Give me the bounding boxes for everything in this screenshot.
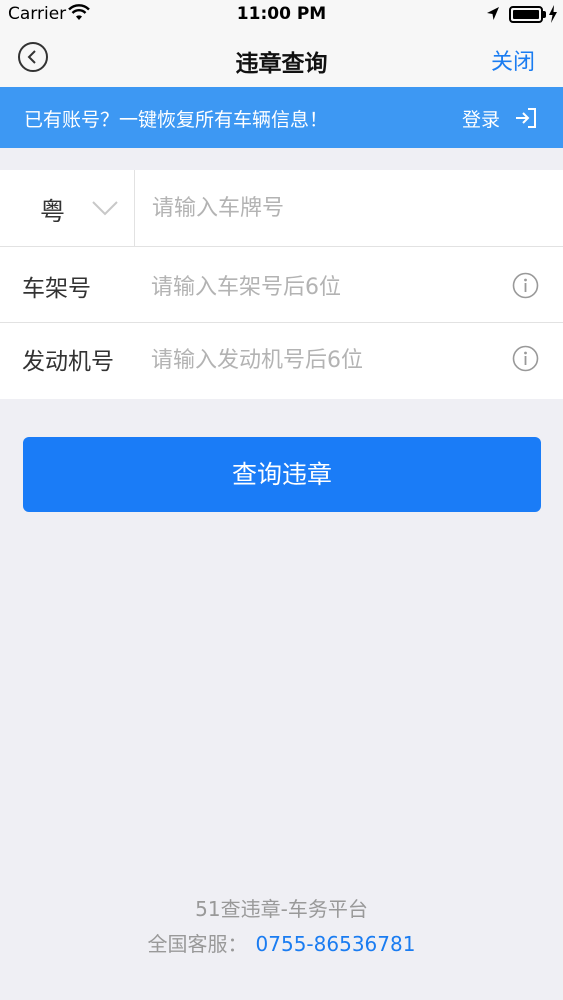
location-arrow-icon [487, 7, 499, 20]
close-button[interactable]: 关闭 [491, 44, 535, 76]
charging-bolt-icon [549, 5, 557, 23]
service-phone-link[interactable]: 0755-86536781 [256, 932, 416, 956]
battery-icon [509, 6, 543, 23]
province-select[interactable]: 粤 [0, 170, 135, 246]
banner-text: 已有账号？一键恢复所有车辆信息！ [24, 109, 329, 131]
battery-tip [543, 11, 546, 18]
login-link[interactable]: 登录 [462, 105, 500, 132]
chevron-down-icon [92, 201, 118, 216]
vehicle-form: 粤 车架号 发动机号 [0, 170, 563, 399]
vin-label: 车架号 [22, 276, 91, 302]
plate-row: 粤 [0, 170, 563, 246]
vin-input[interactable] [151, 271, 491, 303]
info-icon[interactable] [512, 272, 539, 299]
login-arrow-icon[interactable] [514, 106, 538, 130]
status-bar: Carrier 11:00 PM [0, 0, 563, 30]
engine-label: 发动机号 [22, 349, 114, 375]
engine-number-input[interactable] [151, 344, 491, 376]
service-label: 全国客服： [147, 932, 248, 956]
account-restore-banner[interactable]: 已有账号？一键恢复所有车辆信息！ 登录 [0, 87, 563, 148]
footer-brand: 51查违章-车务平台 [195, 897, 368, 921]
footer-service: 全国客服： 0755-86536781 [0, 928, 563, 957]
engine-row: 发动机号 [0, 323, 563, 399]
province-value: 粤 [40, 197, 66, 226]
vin-row: 车架号 [0, 247, 563, 323]
status-time: 11:00 PM [236, 4, 327, 24]
info-icon[interactable] [512, 345, 539, 372]
plate-number-input[interactable] [152, 192, 542, 224]
query-violations-button[interactable]: 查询违章 [23, 437, 541, 512]
nav-bar: 违章查询 关闭 [0, 30, 563, 87]
page-title: 违章查询 [235, 51, 328, 77]
